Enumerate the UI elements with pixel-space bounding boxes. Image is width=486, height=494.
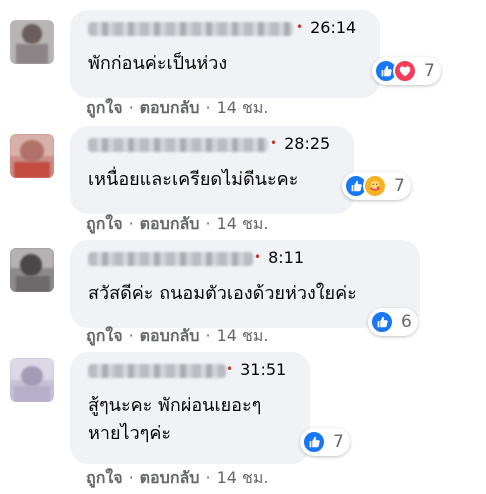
timestamp-text: 28:25	[284, 134, 331, 153]
reaction-count: 7	[424, 61, 435, 81]
like-link[interactable]: ถูกใจ	[86, 98, 123, 117]
reply-link[interactable]: ตอบกลับ	[140, 214, 200, 233]
reply-link[interactable]: ตอบกลับ	[140, 98, 200, 117]
comment-bubble: • 26:14 พักก่อนค่ะเป็นห่วง	[70, 10, 380, 98]
like-icon	[302, 430, 326, 454]
comment-text: เหนื่อยและเครียดไม่ดีนะคะ	[88, 169, 299, 190]
reactions-summary[interactable]: 7	[372, 57, 441, 85]
reply-link[interactable]: ตอบกลับ	[140, 326, 200, 345]
avatar[interactable]	[10, 20, 54, 64]
comment-bubble: • 28:25 เหนื่อยและเครียดไม่ดีนะคะ	[70, 126, 354, 214]
time-link[interactable]: 14 ชม.	[217, 98, 269, 117]
avatar[interactable]	[10, 358, 54, 402]
avatar[interactable]	[10, 248, 54, 292]
time-link[interactable]: 14 ชม.	[217, 468, 269, 487]
timestamp-text: 26:14	[310, 18, 357, 37]
reaction-count: 6	[401, 312, 412, 332]
comment-bubble: • 31:51 สู้ๆนะคะ พักผ่อนเยอะๆ หายไวๆค่ะ	[70, 352, 310, 464]
comment-actions: ถูกใจ · ตอบกลับ · 14 ชม.	[86, 214, 269, 233]
timestamp-text: 8:11	[268, 248, 305, 267]
comment-actions: ถูกใจ · ตอบกลับ · 14 ชม.	[86, 468, 269, 487]
timestamp-link[interactable]: • 28:25	[270, 134, 330, 153]
author-name[interactable]	[88, 22, 293, 36]
timestamp-link[interactable]: • 31:51	[226, 360, 286, 379]
time-link[interactable]: 14 ชม.	[217, 214, 269, 233]
reply-link[interactable]: ตอบกลับ	[140, 468, 200, 487]
dot-icon: •	[270, 136, 278, 150]
comment-text: สวัสดีค่ะ ถนอมตัวเองด้วยห่วงใยค่ะ	[88, 283, 357, 304]
like-icon	[370, 310, 394, 334]
timestamp-link[interactable]: • 8:11	[254, 248, 304, 267]
love-icon	[393, 59, 417, 83]
comment-text-line: หายไวๆค่ะ	[88, 423, 172, 444]
timestamp-text: 31:51	[240, 360, 287, 379]
like-link[interactable]: ถูกใจ	[86, 214, 123, 233]
like-link[interactable]: ถูกใจ	[86, 326, 123, 345]
comment-text: สู้ๆนะคะ พักผ่อนเยอะๆ หายไวๆค่ะ	[88, 392, 261, 448]
comment-actions: ถูกใจ · ตอบกลับ · 14 ชม.	[86, 326, 269, 345]
timestamp-link[interactable]: • 26:14	[296, 18, 356, 37]
reactions-summary[interactable]: 7	[300, 428, 350, 456]
reaction-count: 7	[333, 432, 344, 452]
reaction-count: 7	[394, 176, 405, 196]
author-name[interactable]	[88, 138, 268, 152]
author-name[interactable]	[88, 252, 253, 266]
reactions-summary[interactable]: 7	[342, 172, 411, 200]
comment-actions: ถูกใจ · ตอบกลับ · 14 ชม.	[86, 98, 269, 117]
avatar[interactable]	[10, 134, 54, 178]
dot-icon: •	[254, 250, 262, 264]
comment-text-line: สู้ๆนะคะ พักผ่อนเยอะๆ	[88, 395, 262, 416]
time-link[interactable]: 14 ชม.	[217, 326, 269, 345]
dot-icon: •	[296, 20, 304, 34]
comment-bubble: • 8:11 สวัสดีค่ะ ถนอมตัวเองด้วยห่วงใยค่ะ	[70, 240, 420, 328]
care-icon	[363, 174, 387, 198]
like-link[interactable]: ถูกใจ	[86, 468, 123, 487]
comment-text: พักก่อนค่ะเป็นห่วง	[88, 53, 228, 74]
dot-icon: •	[226, 362, 234, 376]
author-name[interactable]	[88, 364, 226, 378]
reactions-summary[interactable]: 6	[368, 308, 418, 336]
